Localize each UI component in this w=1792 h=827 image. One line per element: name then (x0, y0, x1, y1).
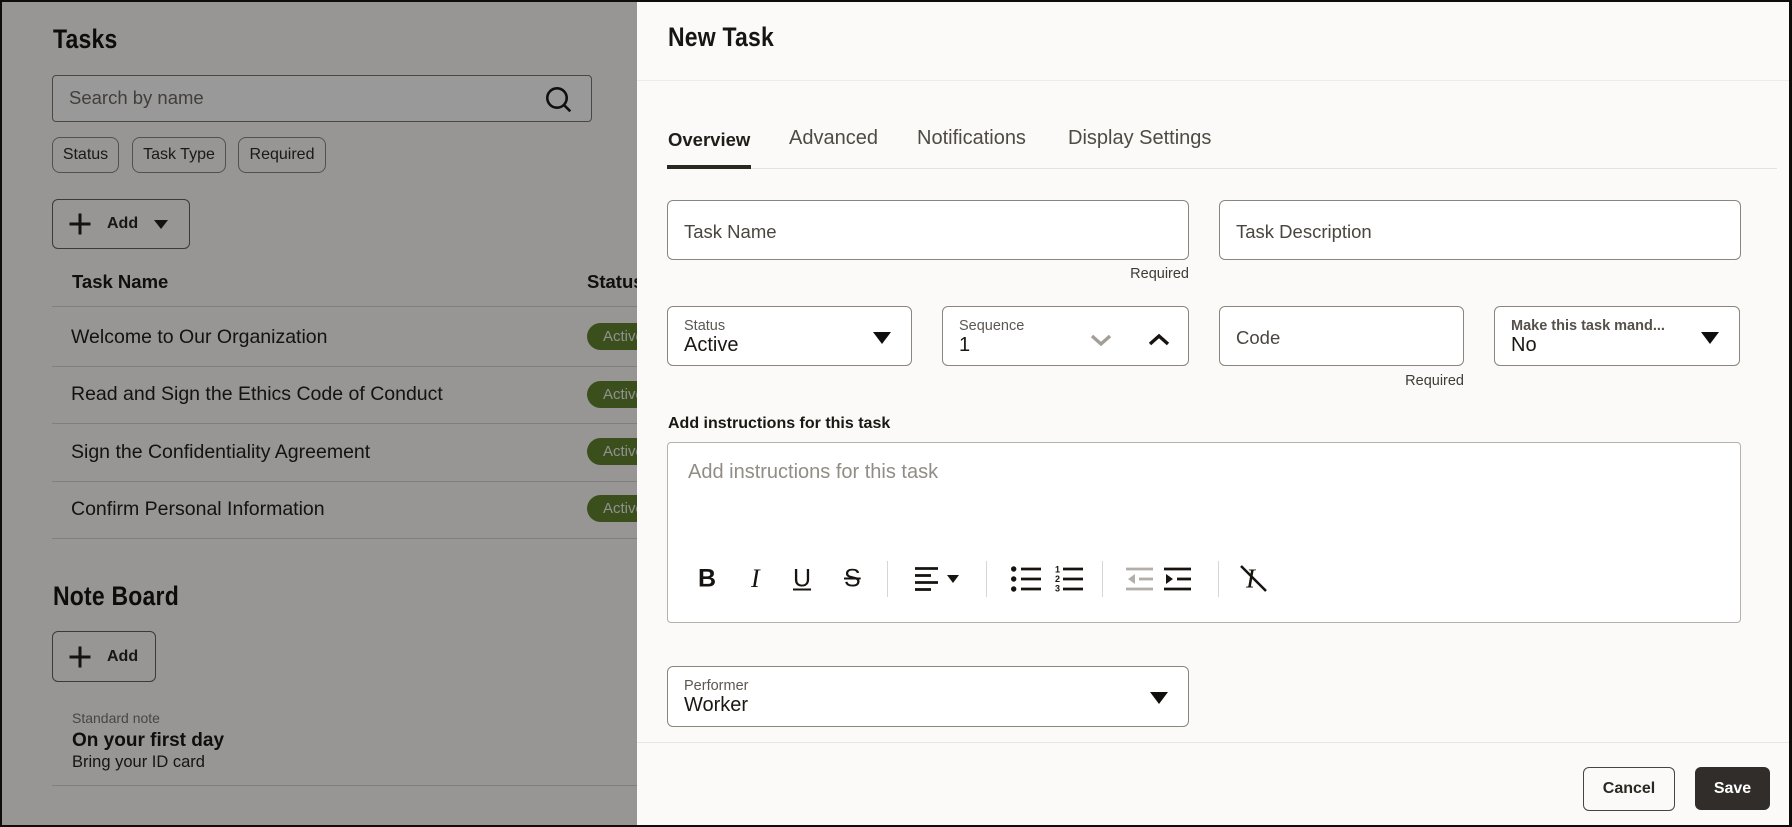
svg-text:3: 3 (1055, 584, 1060, 593)
svg-text:2: 2 (1055, 574, 1060, 584)
